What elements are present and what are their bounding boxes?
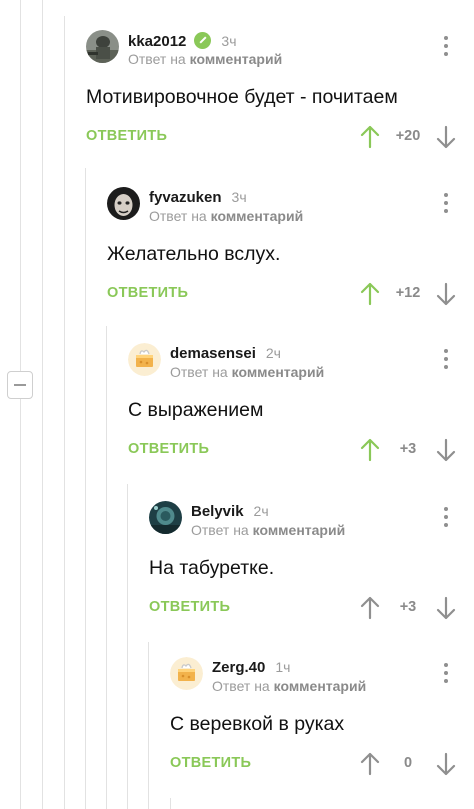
comment-text: Желательно вслух. bbox=[107, 243, 281, 265]
comment: Zerg.40 1ч Ответ на комментарий С веревко… bbox=[170, 657, 474, 777]
more-options-icon[interactable] bbox=[443, 507, 449, 531]
downvote-arrow-icon[interactable] bbox=[435, 438, 457, 462]
pale-face-avatar bbox=[107, 187, 140, 220]
comment-rating: +12 bbox=[395, 285, 421, 301]
downvote-arrow-icon[interactable] bbox=[435, 752, 457, 776]
reply-to-link[interactable]: Ответ на комментарий bbox=[128, 51, 282, 67]
upvote-arrow-icon[interactable] bbox=[359, 125, 381, 149]
thread-line bbox=[127, 484, 128, 809]
upvote-arrow-icon[interactable] bbox=[359, 752, 381, 776]
downvote-arrow-icon[interactable] bbox=[435, 596, 457, 620]
downvote-arrow-icon[interactable] bbox=[435, 125, 457, 149]
thread-line bbox=[20, 399, 21, 809]
comment-author[interactable]: kka2012 3ч bbox=[128, 32, 237, 50]
thread-line bbox=[42, 0, 43, 809]
comment-author[interactable]: Belyvik 2ч bbox=[191, 503, 269, 520]
comment-time: 1ч bbox=[275, 659, 291, 675]
comment: fyvazuken 3ч Ответ на комментарий Желател… bbox=[107, 187, 474, 307]
comment-author[interactable]: fyvazuken 3ч bbox=[149, 189, 247, 206]
comment-rating: +3 bbox=[399, 599, 417, 615]
thread-line bbox=[20, 0, 21, 371]
more-options-icon[interactable] bbox=[443, 663, 449, 687]
comment: demasensei 2ч Ответ на комментарий С выра… bbox=[128, 343, 474, 463]
more-options-icon[interactable] bbox=[443, 193, 449, 217]
reply-to-link[interactable]: Ответ на комментарий bbox=[149, 208, 303, 224]
comment-actions: ОТВЕТИТЬ +20 bbox=[86, 125, 474, 149]
reply-button[interactable]: ОТВЕТИТЬ bbox=[107, 285, 188, 301]
verified-pen-icon bbox=[194, 32, 212, 49]
reply-to-link[interactable]: Ответ на комментарий bbox=[212, 678, 366, 694]
comment: kka2012 3ч Ответ на комментарий Мотивиров… bbox=[86, 30, 474, 150]
comment-author[interactable]: Zerg.40 1ч bbox=[212, 659, 290, 676]
avatar[interactable] bbox=[128, 343, 161, 376]
reply-button[interactable]: ОТВЕТИТЬ bbox=[128, 441, 209, 457]
comment-text: Мотивировочное будет - почитаем bbox=[86, 86, 398, 108]
downvote-arrow-icon[interactable] bbox=[435, 282, 457, 306]
comment-text: С веревкой в руках bbox=[170, 713, 345, 735]
cheese-cake-avatar bbox=[170, 657, 203, 690]
reply-button[interactable]: ОТВЕТИТЬ bbox=[170, 755, 251, 771]
comment-actions: ОТВЕТИТЬ +12 bbox=[107, 282, 474, 306]
comment-author[interactable]: demasensei 2ч bbox=[170, 345, 281, 362]
reply-to-link[interactable]: Ответ на комментарий bbox=[170, 364, 324, 380]
comment-rating: +3 bbox=[399, 441, 417, 457]
reply-button[interactable]: ОТВЕТИТЬ bbox=[86, 128, 167, 144]
comment-actions: ОТВЕТИТЬ 0 bbox=[170, 752, 474, 776]
cheese-cake-avatar bbox=[128, 343, 161, 376]
comment-text: С выражением bbox=[128, 399, 264, 421]
upvote-arrow-icon[interactable] bbox=[359, 282, 381, 306]
comment: Belyvik 2ч Ответ на комментарий На табуре… bbox=[149, 501, 474, 621]
reply-to-link[interactable]: Ответ на комментарий bbox=[191, 522, 345, 538]
comment-time: 2ч bbox=[265, 345, 281, 361]
upvote-arrow-icon[interactable] bbox=[359, 596, 381, 620]
comment-rating: +20 bbox=[395, 128, 421, 144]
comment-time: 2ч bbox=[253, 503, 269, 519]
thread-line bbox=[148, 642, 149, 809]
more-options-icon[interactable] bbox=[443, 349, 449, 373]
thread-line bbox=[170, 798, 171, 809]
upvote-arrow-icon[interactable] bbox=[359, 438, 381, 462]
comment-time: 3ч bbox=[221, 33, 237, 49]
avatar[interactable] bbox=[86, 30, 119, 63]
more-options-icon[interactable] bbox=[443, 36, 449, 60]
avatar[interactable] bbox=[107, 187, 140, 220]
avatar[interactable] bbox=[170, 657, 203, 690]
comment-time: 3ч bbox=[231, 189, 247, 205]
comment-rating: 0 bbox=[403, 755, 413, 771]
comment-actions: ОТВЕТИТЬ +3 bbox=[149, 596, 474, 620]
thread-line bbox=[106, 326, 107, 809]
reply-button[interactable]: ОТВЕТИТЬ bbox=[149, 599, 230, 615]
thread-line bbox=[85, 168, 86, 809]
comment-text: На табуретке. bbox=[149, 557, 275, 579]
collapse-thread-button[interactable] bbox=[7, 371, 33, 399]
avatar[interactable] bbox=[149, 501, 182, 534]
dark-fantasy-avatar bbox=[149, 501, 182, 534]
thread-line bbox=[64, 16, 65, 809]
comment-actions: ОТВЕТИТЬ +3 bbox=[128, 438, 474, 462]
soldier-photo-avatar bbox=[86, 30, 119, 63]
